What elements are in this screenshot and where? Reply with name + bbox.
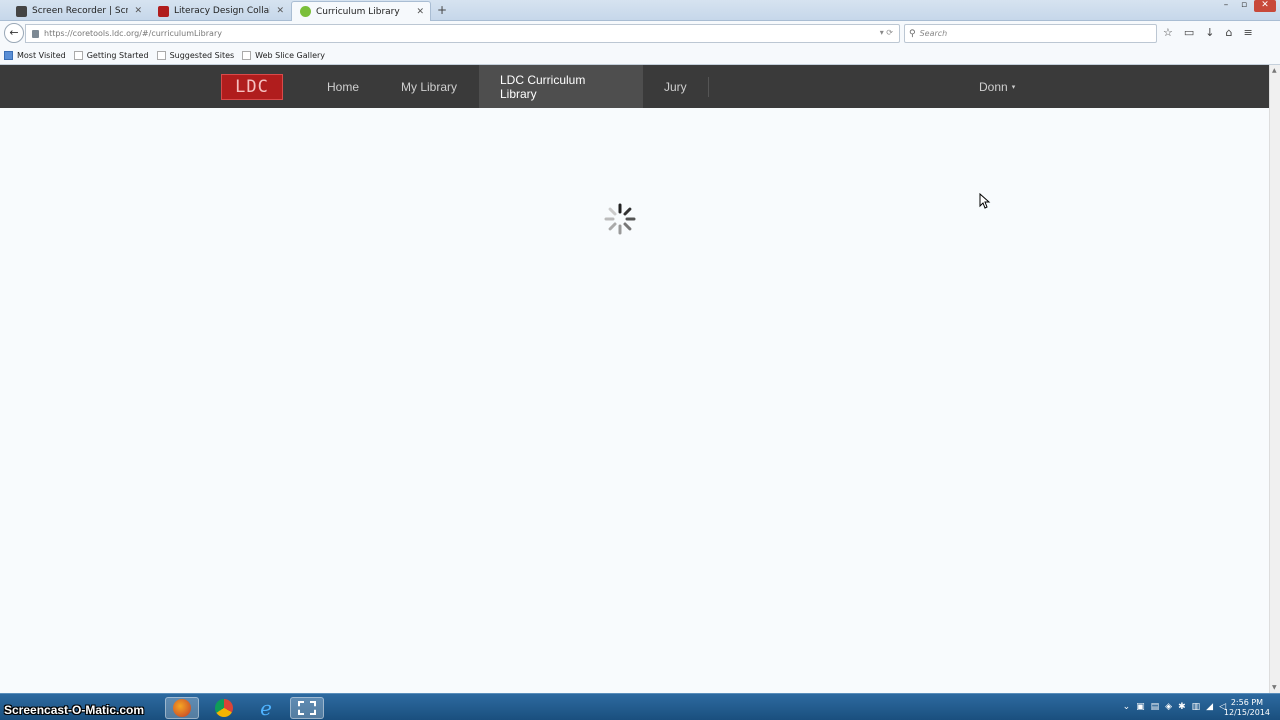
close-window-icon[interactable]: ✕ [1254, 0, 1276, 12]
tab-curriculum-library[interactable]: Curriculum Library ✕ [291, 1, 431, 21]
chrome-icon [215, 699, 233, 717]
taskbar-clock[interactable]: 2:56 PM 12/15/2014 [1224, 698, 1270, 718]
bookmark-web-slice-gallery[interactable]: Web Slice Gallery [242, 50, 325, 60]
screencast-watermark: Screencast-O-Matic.com [4, 703, 145, 717]
taskbar-firefox[interactable] [165, 697, 199, 719]
windows-taskbar: Screencast-O-Matic.com e ⌄ ▣ ▤ ◈ ✱ ▥ ◢ ◁… [0, 693, 1280, 720]
bookmarks-menu-icon[interactable]: ▭ [1184, 26, 1194, 39]
clock-time: 2:56 PM [1230, 698, 1264, 707]
loading-spinner-icon [604, 203, 636, 235]
search-input[interactable]: ⚲ Search [904, 24, 1157, 43]
tab-close-icon[interactable]: ✕ [276, 6, 284, 16]
bookmark-icon [242, 50, 252, 60]
bookmarks-toolbar: Most Visited Getting Started Suggested S… [0, 46, 1280, 65]
browser-toolbar: ☆ ▭ ↓ ⌂ ≡ [1163, 26, 1253, 39]
bookmark-icon [156, 50, 166, 60]
search-icon: ⚲ [909, 28, 916, 39]
menu-icon[interactable]: ≡ [1243, 26, 1252, 39]
browser-tabstrip: Screen Recorder | Screenca... ✕ Literacy… [0, 0, 1280, 21]
tray-app-icon[interactable]: ▤ [1151, 702, 1160, 712]
user-name: Donn [979, 79, 1008, 94]
caret-down-icon: ▾ [1011, 83, 1016, 91]
tab-close-icon[interactable]: ✕ [134, 6, 142, 16]
tab-label: Curriculum Library [316, 6, 400, 17]
tray-expand-icon[interactable]: ⌄ [1123, 702, 1131, 712]
loading-favicon-icon [300, 6, 311, 17]
mouse-cursor-icon [979, 193, 991, 209]
url-text: https://coretools.ldc.org/#/curriculumLi… [44, 29, 222, 38]
taskbar-screen-recorder[interactable] [290, 697, 324, 719]
address-bar[interactable]: https://coretools.ldc.org/#/curriculumLi… [25, 24, 900, 43]
tab-literacy-design[interactable]: Literacy Design Collaborati... ✕ [150, 1, 290, 21]
lock-icon [32, 29, 39, 38]
network-icon[interactable]: ◢ [1206, 702, 1213, 712]
scroll-down-icon[interactable]: ▼ [1272, 684, 1277, 691]
back-button[interactable]: ← [4, 23, 24, 43]
minimize-icon[interactable]: – [1218, 0, 1234, 12]
ldc-favicon-icon [158, 5, 169, 17]
user-menu[interactable]: Donn ▾ [979, 65, 1015, 108]
clock-date: 12/15/2014 [1223, 708, 1270, 717]
nav-home[interactable]: Home [306, 65, 380, 108]
bluetooth-icon[interactable]: ✱ [1178, 702, 1186, 712]
taskbar-chrome[interactable] [207, 697, 241, 719]
bookmark-icon [4, 50, 13, 60]
screen: Screen Recorder | Screenca... ✕ Literacy… [0, 0, 1280, 720]
nav-divider [708, 77, 709, 97]
system-tray: ⌄ ▣ ▤ ◈ ✱ ▥ ◢ ◁ [1123, 702, 1226, 712]
ldc-logo[interactable]: LDC [221, 74, 283, 100]
scroll-up-icon[interactable]: ▲ [1272, 67, 1277, 74]
browser-navbar: ← https://coretools.ldc.org/#/curriculum… [0, 21, 1280, 46]
firefox-icon [173, 699, 191, 717]
reload-icon[interactable]: ▾ ⟳ [880, 28, 893, 37]
screencast-favicon-icon [16, 5, 27, 17]
tab-screen-recorder[interactable]: Screen Recorder | Screenca... ✕ [8, 1, 148, 21]
nav-ldc-curriculum-library[interactable]: LDC Curriculum Library [479, 65, 643, 108]
maximize-icon[interactable]: ▫ [1236, 0, 1252, 12]
app-header: LDC Home My Library LDC Curriculum Libra… [0, 65, 1269, 108]
tab-label: Screen Recorder | Screenca... [32, 6, 129, 16]
nav-jury[interactable]: Jury [643, 65, 708, 108]
bookmark-getting-started[interactable]: Getting Started [73, 50, 149, 60]
tab-close-icon[interactable]: ✕ [416, 7, 424, 17]
home-icon[interactable]: ⌂ [1226, 26, 1233, 39]
tray-app-icon[interactable]: ▣ [1136, 702, 1145, 712]
bookmark-icon [73, 50, 83, 60]
tray-app-icon[interactable]: ▥ [1192, 702, 1201, 712]
bookmark-star-icon[interactable]: ☆ [1163, 26, 1173, 39]
new-tab-button[interactable]: + [437, 3, 447, 17]
tab-label: Literacy Design Collaborati... [174, 6, 270, 16]
nav-my-library[interactable]: My Library [380, 65, 478, 108]
bookmark-suggested-sites[interactable]: Suggested Sites [156, 50, 234, 60]
internet-explorer-icon: e [260, 696, 272, 720]
taskbar-internet-explorer[interactable]: e [249, 696, 283, 720]
search-placeholder: Search [919, 29, 948, 38]
download-icon[interactable]: ↓ [1205, 26, 1214, 39]
window-controls: – ▫ ✕ [1218, 0, 1276, 12]
screen-capture-icon [298, 701, 316, 715]
bookmark-most-visited[interactable]: Most Visited [4, 50, 66, 60]
tray-app-icon[interactable]: ◈ [1165, 702, 1172, 712]
page-scrollbar[interactable]: ▲ ▼ [1269, 65, 1280, 693]
